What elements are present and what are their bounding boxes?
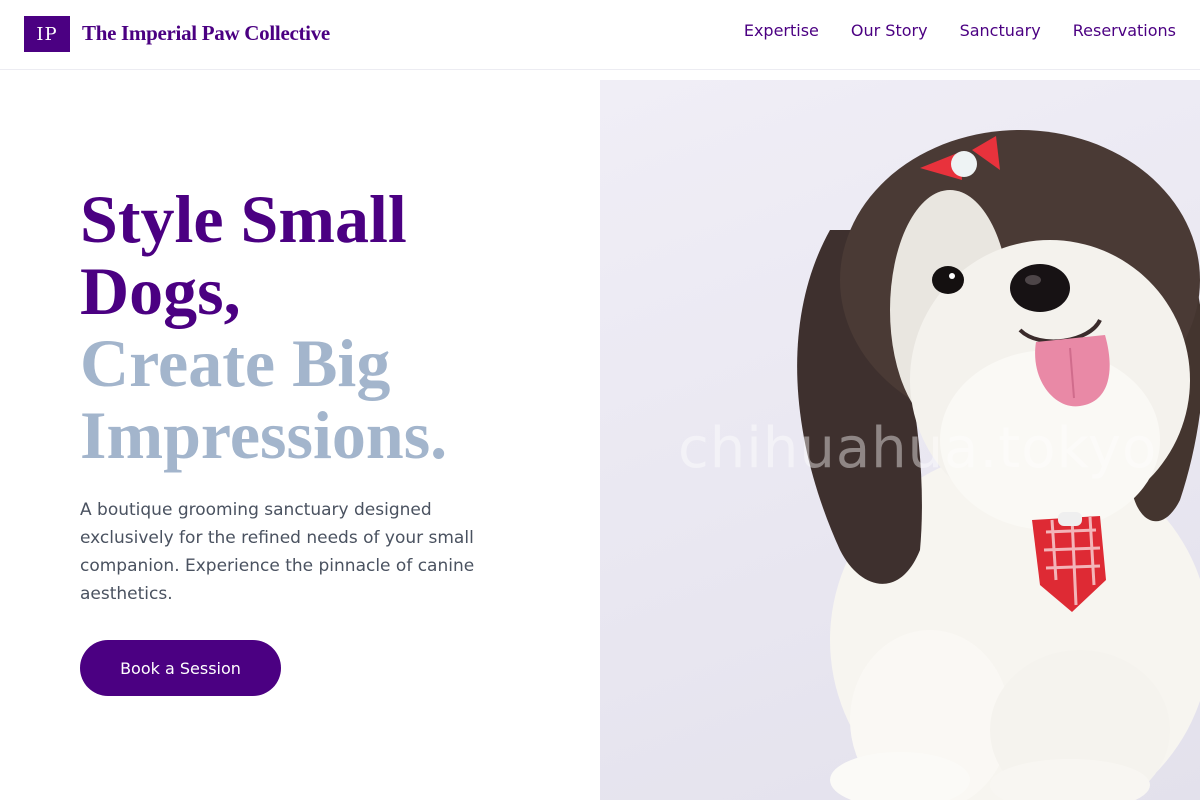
image-watermark: chihuahua.tokyo	[678, 416, 1158, 481]
brand-name[interactable]: The Imperial Paw Collective	[82, 21, 330, 46]
main-nav: Expertise Our Story Sanctuary Reservatio…	[712, 21, 1176, 40]
hero-dog-image: chihuahua.tokyo	[600, 80, 1200, 800]
hero-description: A boutique grooming sanctuary designed e…	[80, 500, 475, 604]
headline-line-3: Create Big	[80, 325, 391, 401]
nav-link-sanctuary[interactable]: Sanctuary	[960, 21, 1041, 40]
hero-headline: Style Small Dogs, Create Big Impressions…	[80, 183, 580, 471]
nav-link-our-story[interactable]: Our Story	[851, 21, 928, 40]
nav-link-expertise[interactable]: Expertise	[744, 21, 819, 40]
book-session-button[interactable]: Book a Session	[80, 640, 281, 696]
headline-line-1: Style Small	[80, 181, 407, 257]
site-header: IP The Imperial Paw Collective Expertise…	[0, 0, 1200, 70]
headline-line-2: Dogs,	[80, 253, 241, 329]
nav-link-reservations[interactable]: Reservations	[1073, 21, 1176, 40]
headline-line-4: Impressions.	[80, 397, 448, 473]
logo-mark[interactable]: IP	[24, 16, 70, 52]
